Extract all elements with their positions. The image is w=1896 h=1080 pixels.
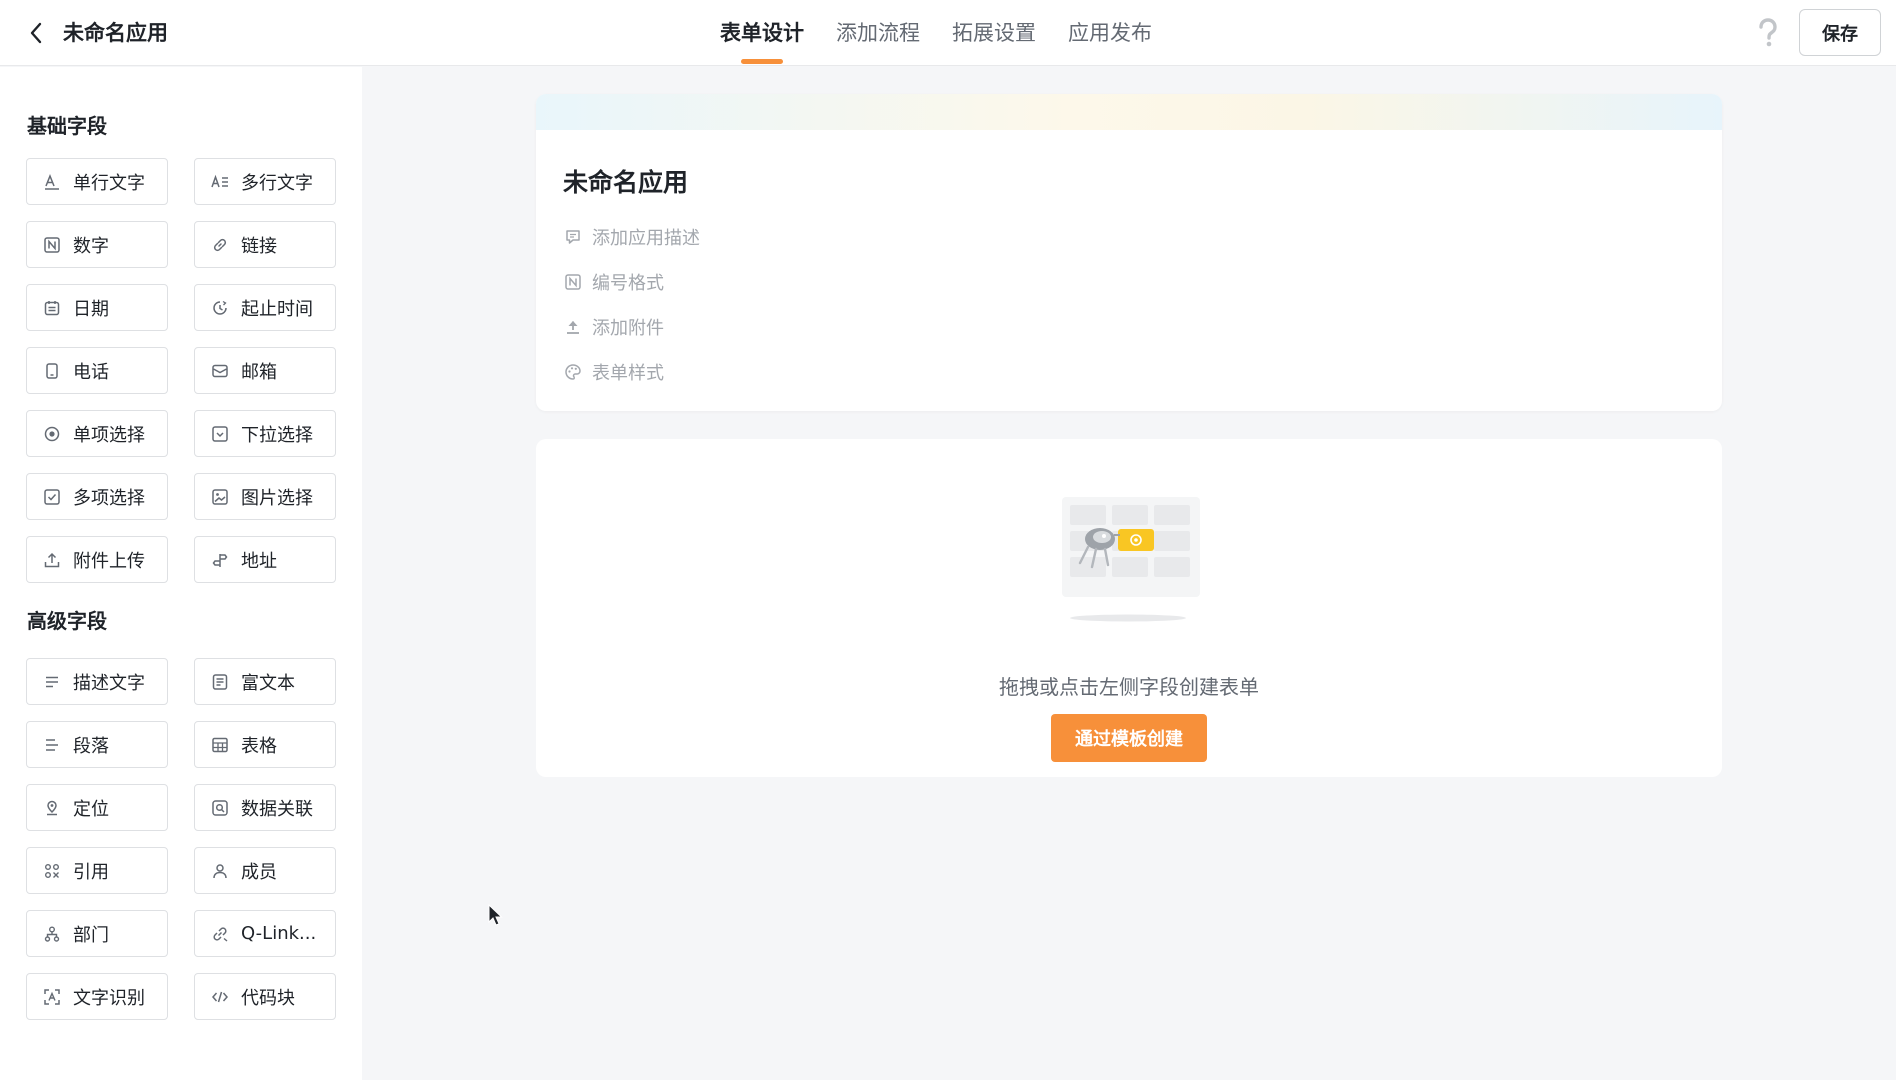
mouse-cursor-icon	[488, 904, 503, 926]
advanced-fields-grid: 描述文字 富文本 段落 表格 定位 数据关联 引用 成员 部门 Q-Link..…	[26, 658, 336, 1020]
q-link-icon	[210, 924, 230, 944]
dropdown-icon	[210, 424, 230, 444]
field-rich-text[interactable]: 富文本	[194, 658, 336, 705]
form-header-card: 未命名应用 添加应用描述 编号格式 添加附件 表单样式	[536, 94, 1722, 411]
field-image-select[interactable]: 图片选择	[194, 473, 336, 520]
paragraph-icon	[42, 735, 62, 755]
field-description[interactable]: 描述文字	[26, 658, 168, 705]
form-canvas-empty-state[interactable]: 拖拽或点击左侧字段创建表单 通过模板创建	[536, 439, 1722, 777]
field-sidebar: 基础字段 单行文字 多行文字 数字 链接 日期 起止时间 电话 邮箱 单项选择 …	[0, 67, 362, 1080]
link-icon	[210, 235, 230, 255]
field-time-range[interactable]: 起止时间	[194, 284, 336, 331]
top-header: 未命名应用 表单设计 添加流程 拓展设置 应用发布 保存	[0, 0, 1896, 66]
number-format-icon	[563, 272, 583, 292]
help-button[interactable]	[1754, 16, 1782, 50]
field-checkbox[interactable]: 多项选择	[26, 473, 168, 520]
email-icon	[210, 361, 230, 381]
field-multi-line-text[interactable]: 多行文字	[194, 158, 336, 205]
field-department[interactable]: 部门	[26, 910, 168, 957]
location-icon	[42, 798, 62, 818]
field-reference[interactable]: 引用	[26, 847, 168, 894]
app-title: 未命名应用	[63, 21, 168, 45]
single-line-text-icon	[42, 172, 62, 192]
palette-icon	[563, 362, 583, 382]
field-email[interactable]: 邮箱	[194, 347, 336, 394]
comment-icon	[563, 227, 583, 247]
field-attachment-upload[interactable]: 附件上传	[26, 536, 168, 583]
field-table[interactable]: 表格	[194, 721, 336, 768]
field-data-link[interactable]: 数据关联	[194, 784, 336, 831]
chevron-left-icon	[30, 22, 42, 44]
address-icon	[210, 550, 230, 570]
field-date[interactable]: 日期	[26, 284, 168, 331]
field-number[interactable]: 数字	[26, 221, 168, 268]
attachment-upload-icon	[563, 317, 583, 337]
create-from-template-button[interactable]: 通过模板创建	[1051, 714, 1207, 762]
field-code-block[interactable]: 代码块	[194, 973, 336, 1020]
form-style-option[interactable]: 表单样式	[563, 359, 664, 385]
field-ocr[interactable]: 文字识别	[26, 973, 168, 1020]
field-member[interactable]: 成员	[194, 847, 336, 894]
main-tabs: 表单设计 添加流程 拓展设置 应用发布	[720, 0, 1184, 66]
field-address[interactable]: 地址	[194, 536, 336, 583]
question-icon	[1759, 18, 1777, 47]
table-icon	[210, 735, 230, 755]
field-paragraph[interactable]: 段落	[26, 721, 168, 768]
reference-icon	[42, 861, 62, 881]
ocr-icon	[42, 987, 62, 1007]
department-icon	[42, 924, 62, 944]
form-banner	[536, 94, 1722, 130]
tab-form-design[interactable]: 表单设计	[720, 0, 804, 66]
tab-app-publish[interactable]: 应用发布	[1068, 0, 1152, 66]
add-attachment-option[interactable]: 添加附件	[563, 314, 664, 340]
add-description-option[interactable]: 添加应用描述	[563, 224, 700, 250]
data-link-icon	[210, 798, 230, 818]
field-phone[interactable]: 电话	[26, 347, 168, 394]
rich-text-icon	[210, 672, 230, 692]
radio-icon	[42, 424, 62, 444]
multi-line-text-icon	[210, 172, 230, 192]
time-range-icon	[210, 298, 230, 318]
basic-fields-grid: 单行文字 多行文字 数字 链接 日期 起止时间 电话 邮箱 单项选择 下拉选择 …	[26, 158, 336, 583]
phone-icon	[42, 361, 62, 381]
empty-state-hint: 拖拽或点击左侧字段创建表单	[999, 675, 1259, 699]
back-button[interactable]	[22, 18, 50, 48]
form-title[interactable]: 未命名应用	[563, 166, 688, 200]
field-q-link[interactable]: Q-Link...	[194, 910, 336, 957]
image-icon	[210, 487, 230, 507]
upload-icon	[42, 550, 62, 570]
empty-form-illustration-icon	[1062, 497, 1200, 622]
field-single-line-text[interactable]: 单行文字	[26, 158, 168, 205]
field-location[interactable]: 定位	[26, 784, 168, 831]
field-link[interactable]: 链接	[194, 221, 336, 268]
calendar-icon	[42, 298, 62, 318]
save-button[interactable]: 保存	[1799, 9, 1881, 56]
field-dropdown[interactable]: 下拉选择	[194, 410, 336, 457]
description-icon	[42, 672, 62, 692]
basic-fields-title: 基础字段	[27, 114, 107, 138]
field-radio[interactable]: 单项选择	[26, 410, 168, 457]
code-icon	[210, 987, 230, 1007]
number-icon	[42, 235, 62, 255]
advanced-fields-title: 高级字段	[27, 609, 107, 633]
tab-add-flow[interactable]: 添加流程	[836, 0, 920, 66]
checkbox-icon	[42, 487, 62, 507]
tab-extension-settings[interactable]: 拓展设置	[952, 0, 1036, 66]
number-format-option[interactable]: 编号格式	[563, 269, 664, 295]
member-icon	[210, 861, 230, 881]
